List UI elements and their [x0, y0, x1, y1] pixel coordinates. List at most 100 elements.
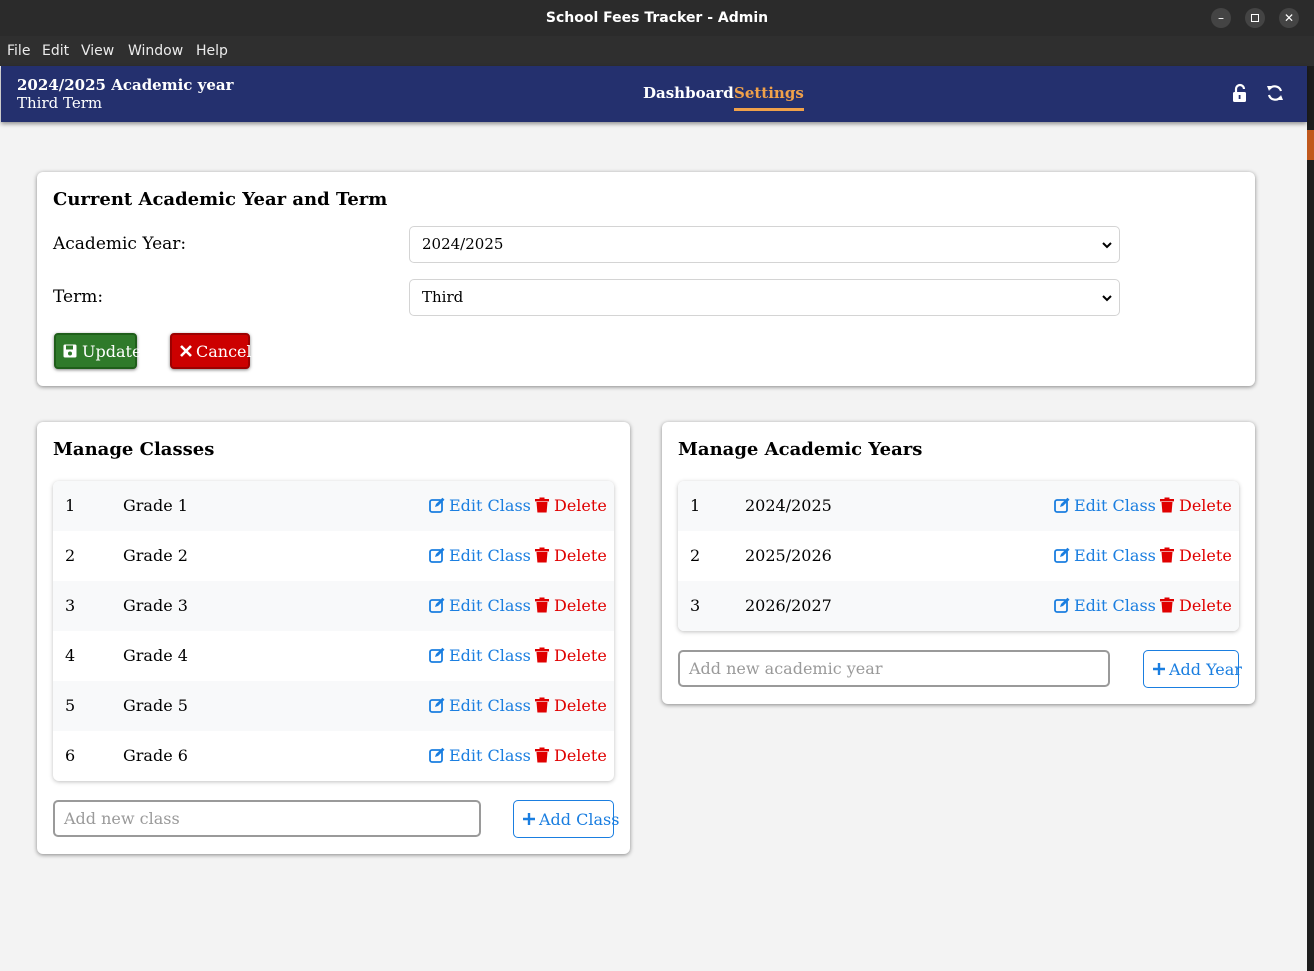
menu-view[interactable]: View: [81, 43, 114, 59]
add-class-placeholder: Add new class: [64, 809, 180, 828]
update-label: Update: [82, 342, 142, 361]
cancel-button[interactable]: Cancel: [170, 333, 252, 369]
item-name: 2024/2025: [745, 496, 832, 515]
chevron-down-icon: [1102, 242, 1112, 249]
add-class-input[interactable]: Add new class: [53, 800, 481, 837]
list-item: 5 Grade 5 Edit Class Delete: [53, 681, 614, 731]
menu-file[interactable]: File: [7, 43, 30, 59]
item-name: Grade 1: [123, 496, 188, 515]
edit-item-label: Edit Class: [1074, 496, 1156, 515]
edit-icon: [429, 497, 445, 513]
current-year-term-card: Current Academic Year and Term Academic …: [37, 172, 1255, 386]
menu-edit[interactable]: Edit: [42, 43, 69, 59]
trash-icon: [1160, 547, 1174, 563]
add-year-button[interactable]: Add Year: [1143, 650, 1242, 688]
refresh-icon[interactable]: [1265, 83, 1285, 103]
menu-bar: File Edit View Window Help: [0, 36, 1314, 66]
edit-item-label: Edit Class: [449, 746, 531, 765]
item-number: 6: [65, 746, 76, 765]
academic-year-label: Academic Year:: [53, 234, 187, 254]
save-icon: [63, 344, 77, 358]
edit-item-label: Edit Class: [1074, 546, 1156, 565]
window-title: School Fees Tracker - Admin: [545, 10, 769, 26]
trash-icon: [535, 497, 549, 513]
nav-dashboard[interactable]: Dashboard: [643, 84, 734, 102]
classes-list: 1 Grade 1 Edit Class Delete 2 Grade 2 Edit Cla…: [53, 481, 614, 781]
delete-item-label: Delete: [554, 596, 607, 615]
edit-item-label: Edit Class: [449, 496, 531, 515]
list-item: 2 2025/2026 Edit Class Delete: [678, 531, 1239, 581]
add-year-label: Add Year: [1169, 660, 1242, 679]
item-name: Grade 4: [123, 646, 188, 665]
list-item: 3 2026/2027 Edit Class Delete: [678, 581, 1239, 631]
list-item: 2 Grade 2 Edit Class Delete: [53, 531, 614, 581]
delete-item-label: Delete: [554, 496, 607, 515]
delete-item-label: Delete: [554, 646, 607, 665]
item-name: Grade 3: [123, 596, 188, 615]
item-name: Grade 2: [123, 546, 188, 565]
header-academic-year: 2024/2025 Academic year: [17, 76, 234, 94]
item-name: Grade 5: [123, 696, 188, 715]
edit-icon: [429, 697, 445, 713]
list-item: 6 Grade 6 Edit Class Delete: [53, 731, 614, 781]
update-button[interactable]: Update: [54, 333, 141, 369]
edit-item-label: Edit Class: [449, 596, 531, 615]
trash-icon: [535, 697, 549, 713]
add-class-label: Add Class: [539, 810, 620, 829]
minimize-button[interactable]: –: [1211, 8, 1231, 28]
trash-icon: [1160, 597, 1174, 613]
list-item: 1 2024/2025 Edit Class Delete: [678, 481, 1239, 531]
item-number: 3: [65, 596, 76, 615]
window-titlebar: School Fees Tracker - Admin – ✕: [0, 0, 1314, 36]
manage-classes-card: Manage Classes 1 Grade 1 Edit Class Delete 2…: [37, 422, 630, 854]
edit-icon: [1054, 547, 1070, 563]
menu-window[interactable]: Window: [128, 43, 183, 59]
edit-icon: [429, 547, 445, 563]
term-select[interactable]: Third: [409, 279, 1120, 316]
edit-icon: [1054, 597, 1070, 613]
edit-item-label: Edit Class: [449, 696, 531, 715]
manage-classes-title: Manage Classes: [53, 439, 215, 460]
term-label: Term:: [53, 287, 104, 307]
edit-icon: [429, 747, 445, 763]
item-number: 5: [65, 696, 76, 715]
delete-item-label: Delete: [554, 746, 607, 765]
academic-year-select[interactable]: 2024/2025: [409, 226, 1120, 263]
window-edge: [1307, 66, 1314, 971]
add-class-button[interactable]: Add Class: [513, 800, 619, 838]
item-number: 2: [65, 546, 76, 565]
edit-item-label: Edit Class: [449, 646, 531, 665]
edit-icon: [429, 597, 445, 613]
chevron-down-icon: [1102, 295, 1112, 302]
trash-icon: [535, 547, 549, 563]
delete-item-label: Delete: [554, 546, 607, 565]
maximize-button[interactable]: [1245, 8, 1265, 28]
manage-years-card: Manage Academic Years 1 2024/2025 Edit Cla…: [662, 422, 1255, 704]
item-number: 3: [690, 596, 701, 615]
header-term: Third Term: [17, 94, 103, 112]
add-year-input[interactable]: Add new academic year: [678, 650, 1110, 687]
cancel-label: Cancel: [196, 342, 252, 361]
item-name: Grade 6: [123, 746, 188, 765]
maximize-icon: [1251, 14, 1259, 22]
edit-item-label: Edit Class: [449, 546, 531, 565]
list-item: 3 Grade 3 Edit Class Delete: [53, 581, 614, 631]
delete-item-label: Delete: [1179, 596, 1232, 615]
unlock-icon[interactable]: [1230, 83, 1250, 103]
item-number: 1: [65, 496, 76, 515]
close-button[interactable]: ✕: [1279, 8, 1299, 28]
trash-icon: [535, 647, 549, 663]
list-item: 1 Grade 1 Edit Class Delete: [53, 481, 614, 531]
plus-icon: [523, 813, 535, 825]
nav-settings[interactable]: Settings: [734, 84, 804, 111]
edit-icon: [1054, 497, 1070, 513]
edit-item-label: Edit Class: [1074, 596, 1156, 615]
plus-icon: [1153, 663, 1165, 675]
item-number: 4: [65, 646, 76, 665]
menu-help[interactable]: Help: [196, 43, 228, 59]
item-name: 2025/2026: [745, 546, 832, 565]
delete-item-label: Delete: [1179, 496, 1232, 515]
add-year-placeholder: Add new academic year: [689, 659, 883, 678]
app-header: 2024/2025 Academic year Third Term Dashb…: [1, 66, 1307, 122]
edit-icon: [429, 647, 445, 663]
